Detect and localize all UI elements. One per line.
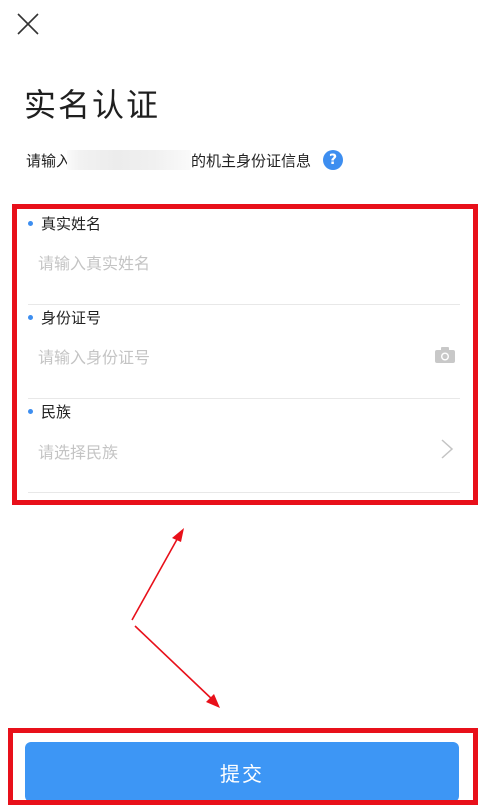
annotation-arrows (131, 528, 220, 708)
redacted-phone-number (67, 150, 192, 170)
close-button[interactable] (14, 10, 42, 38)
submit-button[interactable]: 提交 (25, 742, 459, 802)
chevron-right-icon[interactable] (440, 438, 454, 460)
id-number-input[interactable] (38, 344, 418, 370)
real-name-label: 真实姓名 (28, 213, 101, 234)
required-dot (28, 221, 33, 226)
real-name-label-text: 真实姓名 (41, 215, 102, 233)
ethnicity-field[interactable]: 民族 请选择民族 (28, 398, 460, 493)
close-icon (17, 13, 39, 35)
subtitle-prefix: 请输入 (26, 151, 72, 170)
help-icon[interactable]: ? (323, 150, 344, 170)
subtitle: 请输入 的机主身份证信息 ? (26, 148, 344, 172)
id-number-label-text: 身份证号 (41, 309, 102, 327)
real-name-field: 真实姓名 (28, 210, 460, 305)
id-number-label: 身份证号 (28, 307, 101, 328)
ethnicity-select[interactable]: 请选择民族 (38, 439, 118, 463)
ethnicity-label: 民族 (28, 401, 71, 422)
id-number-field: 身份证号 (28, 304, 460, 399)
camera-icon[interactable] (434, 346, 456, 364)
required-dot (28, 315, 33, 320)
page-title: 实名认证 (24, 86, 161, 124)
required-dot (28, 409, 33, 414)
real-name-input[interactable] (38, 250, 418, 276)
ethnicity-label-text: 民族 (41, 403, 72, 421)
subtitle-suffix: 的机主身份证信息 (191, 151, 312, 170)
